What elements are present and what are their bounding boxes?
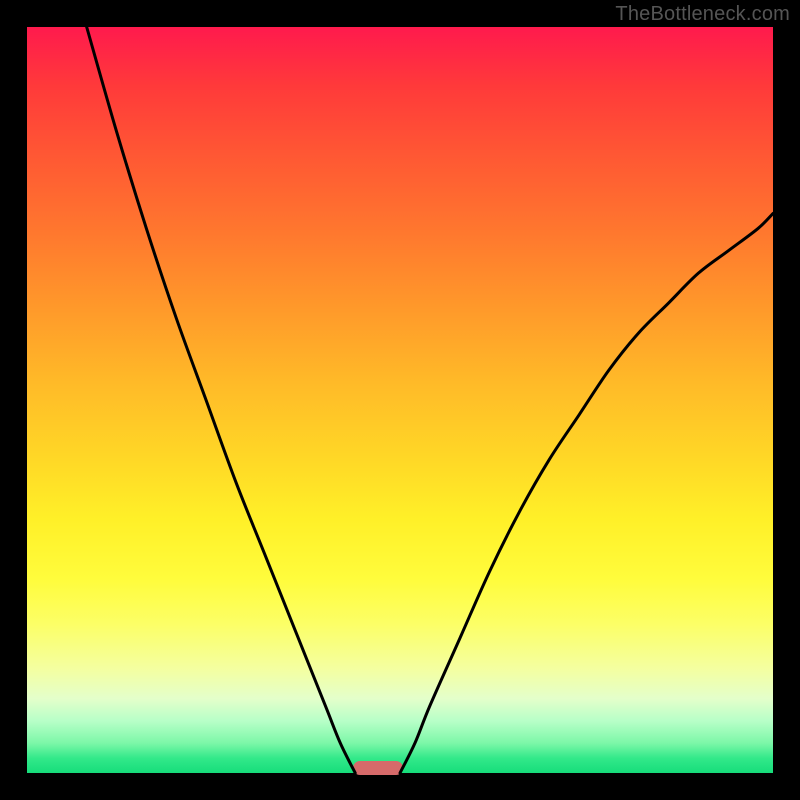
chart-frame: TheBottleneck.com bbox=[0, 0, 800, 800]
curve-left-branch bbox=[87, 27, 356, 773]
watermark-text: TheBottleneck.com bbox=[615, 3, 790, 26]
bottleneck-marker bbox=[353, 761, 403, 775]
curve-right-branch bbox=[400, 214, 773, 774]
curves-svg bbox=[0, 0, 800, 800]
